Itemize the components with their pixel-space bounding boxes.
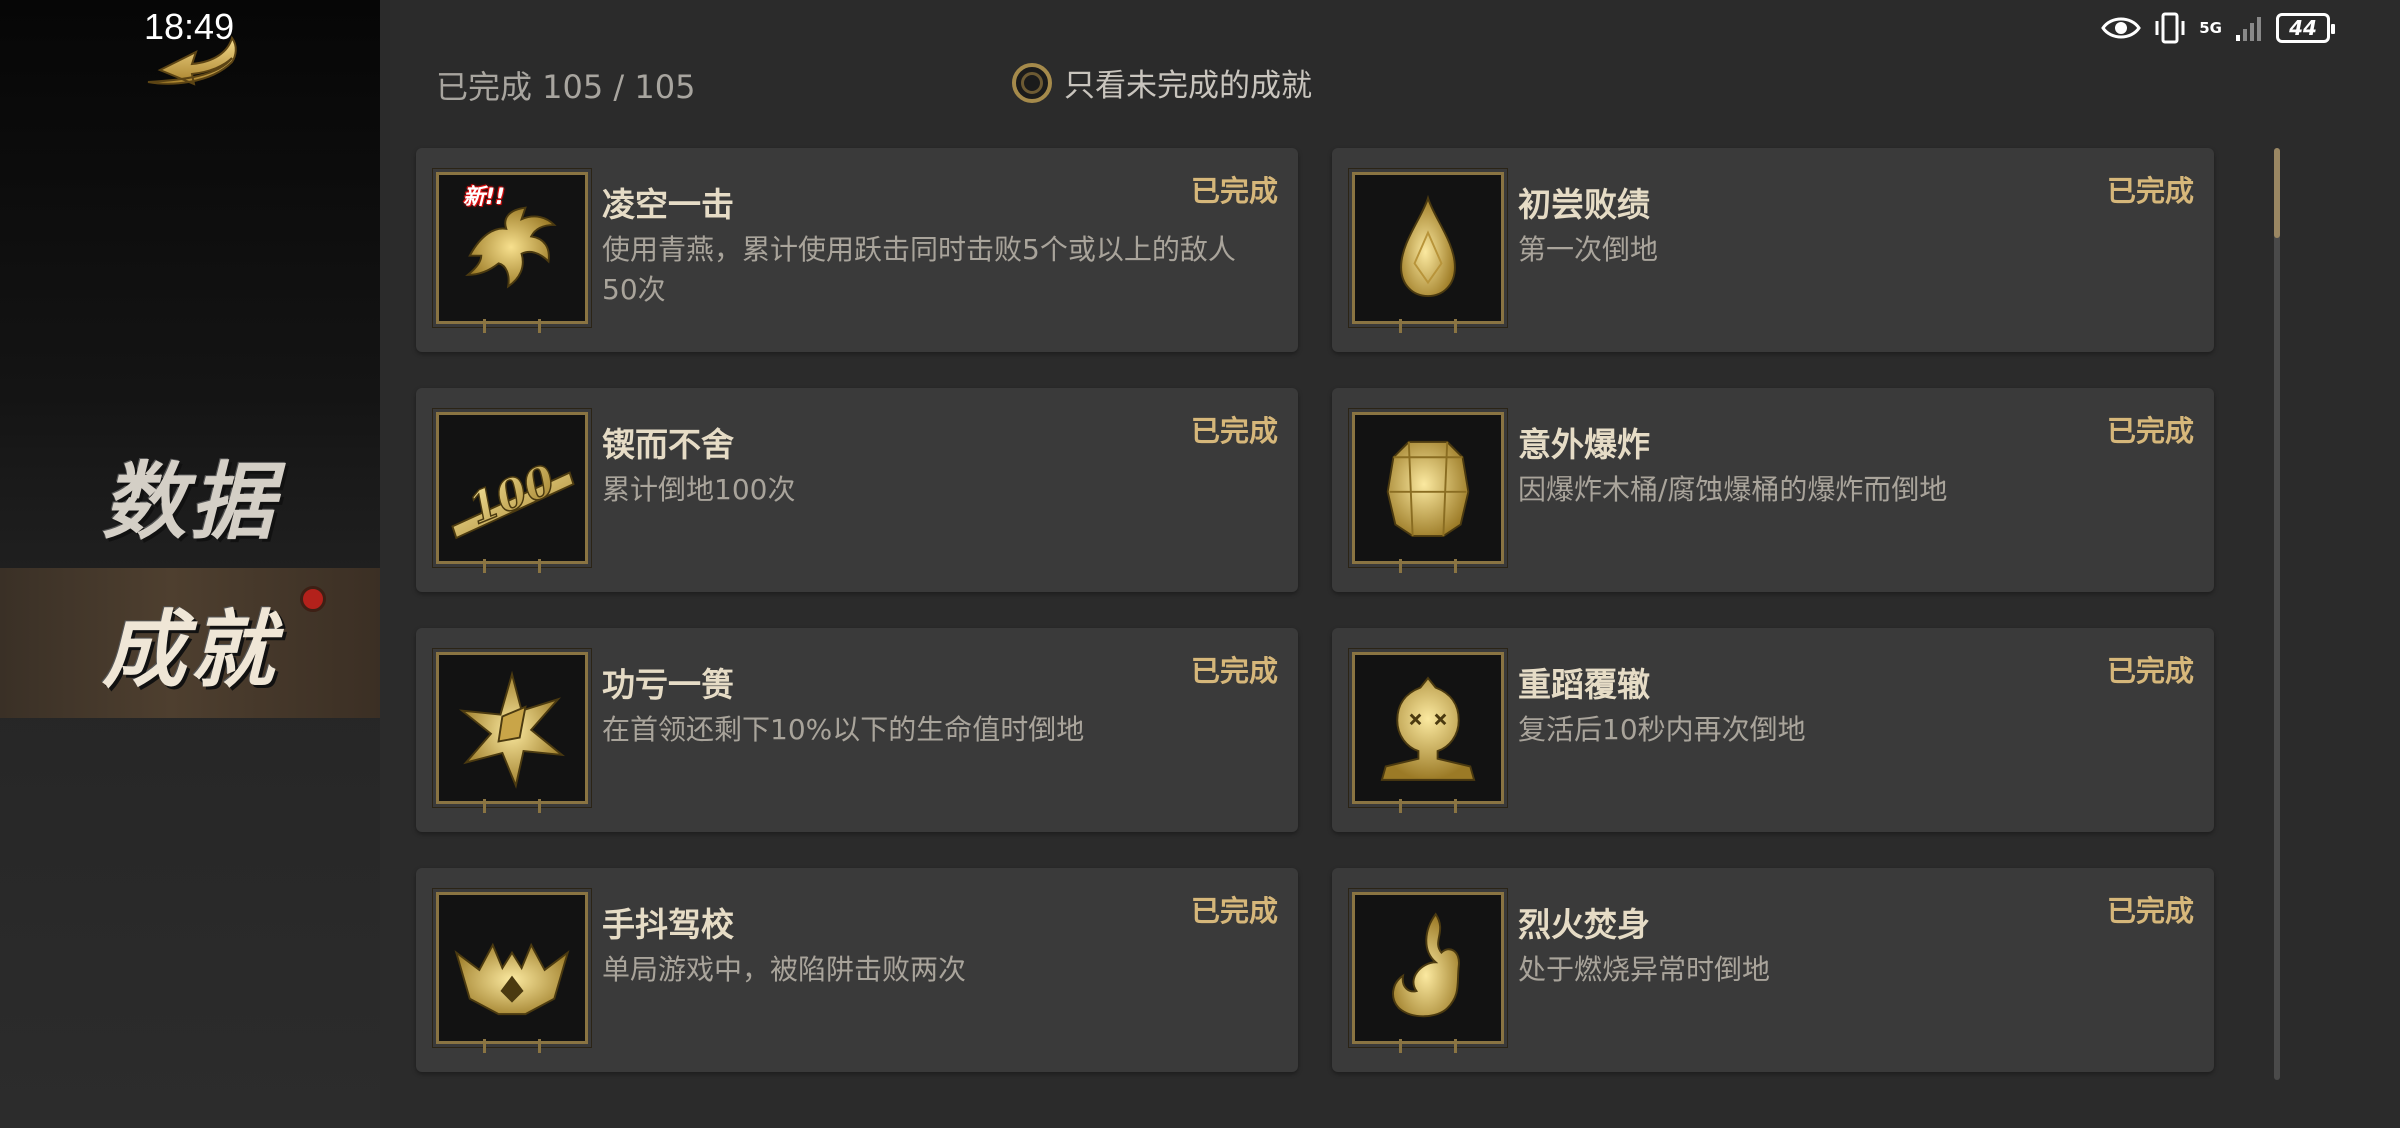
knocked-out-icon [1380,676,1476,781]
achievement-title: 意外爆炸 [1518,425,1650,464]
filter-incomplete-toggle[interactable]: 只看未完成的成就 [1012,60,1312,105]
achievement-desc: 处于燃烧异常时倒地 [1518,953,1771,986]
achievement-desc: 在首领还剩下10%以下的生命值时倒地 [602,713,1085,746]
tab-data[interactable]: 数据 [0,420,380,570]
svg-text:100: 100 [461,455,562,534]
filter-label: 只看未完成的成就 [1064,68,1312,104]
new-badge: 新!! [463,185,506,210]
achievement-icon-frame [1348,168,1508,333]
battery-level: 44 [2289,16,2317,40]
achievement-status: 已完成 [2106,414,2194,448]
burst-icon [458,670,566,789]
achievement-card[interactable]: 手抖驾校 单局游戏中，被陷阱击败两次 已完成 [416,868,1298,1072]
achievement-icon-frame [432,648,592,813]
achievement-title: 锲而不舍 [602,425,734,464]
notification-dot [300,586,326,612]
tab-achievements-label: 成就 [101,599,278,699]
radio-inner [1021,71,1043,94]
trap-icon [454,942,570,1016]
network-label: 5G [2199,19,2222,37]
achievement-card[interactable]: 100 锲而不舍 累计倒地100次 已完成 [416,388,1298,592]
vibrate-icon [2155,12,2185,44]
tab-data-label: 数据 [101,451,278,551]
achievement-status: 已完成 [2106,894,2194,928]
achievement-desc: 因爆炸木桶/腐蚀爆桶的爆炸而倒地 [1518,473,1948,506]
scrollbar[interactable] [2274,148,2280,1080]
sidebar: 数据 成就 [0,0,380,1128]
achievement-status: 已完成 [1190,894,1278,928]
achievement-desc: 累计倒地100次 [602,473,796,506]
barrel-icon [1386,440,1470,537]
scrollbar-thumb[interactable] [2274,148,2280,238]
achievement-title: 重蹈覆辙 [1518,665,1650,704]
achievement-icon-frame [432,888,592,1053]
hundred-icon: 100 [451,454,575,540]
achievement-card[interactable]: 烈火焚身 处于燃烧异常时倒地 已完成 [1332,868,2214,1072]
achievement-desc: 复活后10秒内再次倒地 [1518,713,1806,746]
achievement-title: 烈火焚身 [1518,905,1650,944]
achievement-desc: 第一次倒地 [1518,233,1659,266]
signal-icon [2236,17,2261,41]
achievement-status: 已完成 [2106,174,2194,208]
achievement-card[interactable]: 新!! 凌空一击 使用青燕，累计使用跃击同时击败5个或以上的敌人50次 已完成 [416,148,1298,352]
achievement-status: 已完成 [1190,174,1278,208]
status-time: 18:49 [144,6,235,47]
flame-icon [1392,912,1460,1018]
battery-icon: 44 [2276,13,2335,43]
achievement-icon-frame [1348,888,1508,1053]
achievement-icon-frame: 新!! [432,168,592,333]
achievement-status: 已完成 [1190,414,1278,448]
completion-progress: 已完成 105 / 105 [436,68,696,106]
achievement-title: 凌空一击 [602,185,734,224]
achievement-icon-frame [1348,648,1508,813]
achievement-title: 功亏一篑 [602,665,734,704]
status-icons: 5G 44 [2101,8,2335,48]
achievement-desc: 单局游戏中，被陷阱击败两次 [602,953,967,986]
achievement-status: 已完成 [2106,654,2194,688]
achievement-card[interactable]: 初尝败绩 第一次倒地 已完成 [1332,148,2214,352]
achievement-title: 初尝败绩 [1518,185,1650,224]
achievement-status: 已完成 [1190,654,1278,688]
radio-button[interactable] [1012,62,1052,103]
eye-icon [2101,17,2142,39]
achievement-desc: 使用青燕，累计使用跃击同时击败5个或以上的敌人50次 [602,233,1236,306]
achievement-card[interactable]: 重蹈覆辙 复活后10秒内再次倒地 已完成 [1332,628,2214,832]
achievement-icon-frame: 100 [432,408,592,573]
achievement-card[interactable]: 功亏一篑 在首领还剩下10%以下的生命值时倒地 已完成 [416,628,1298,832]
drop-icon [1400,194,1456,297]
achievement-icon-frame [1348,408,1508,573]
achievement-title: 手抖驾校 [602,905,734,944]
wing-icon [465,206,557,289]
tab-achievements[interactable]: 成就 [0,568,380,718]
achievement-card[interactable]: 意外爆炸 因爆炸木桶/腐蚀爆桶的爆炸而倒地 已完成 [1332,388,2214,592]
